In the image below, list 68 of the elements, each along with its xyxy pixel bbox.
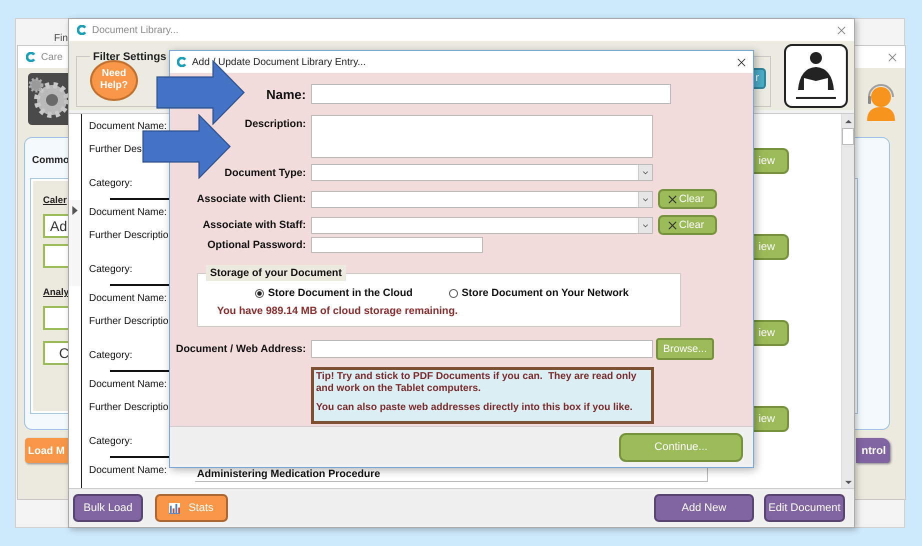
- dropdown[interactable]: [311, 216, 653, 234]
- field-label: Category:: [89, 350, 134, 361]
- window-title: Care: [41, 52, 63, 62]
- app-logo-icon: [26, 52, 36, 62]
- radio-option[interactable]: Store Document in the Cloud: [255, 287, 413, 299]
- dropdown[interactable]: [311, 190, 653, 208]
- button[interactable]: Stats: [155, 494, 228, 522]
- tile-button[interactable]: [43, 244, 68, 268]
- button[interactable]: Edit Document: [764, 494, 845, 522]
- app-logo-icon: [77, 25, 87, 35]
- field-label: Optional Password:: [206, 239, 306, 251]
- clear-button[interactable]: Clear: [658, 189, 717, 209]
- button[interactable]: Bulk Load: [73, 494, 143, 522]
- field-label: Category:: [89, 436, 134, 447]
- field-label: Document Name:: [89, 465, 168, 476]
- tile-button[interactable]: C: [43, 341, 68, 365]
- x-icon: [668, 194, 677, 204]
- triangle-icon: [72, 206, 78, 215]
- window-title: Document Library...: [92, 24, 179, 36]
- group-label: Storage of your Document: [206, 265, 346, 281]
- text-field[interactable]: [311, 84, 671, 104]
- field-label: Document Type:: [224, 166, 306, 178]
- field-label: Name:: [265, 86, 306, 102]
- text-area[interactable]: [311, 115, 653, 158]
- scroll-thumb[interactable]: [842, 128, 854, 145]
- dropdown[interactable]: [311, 164, 653, 181]
- field-label: Further Descriptio: [89, 402, 170, 413]
- field-label: Further Des: [89, 144, 143, 155]
- button[interactable]: Load M: [25, 438, 69, 463]
- field-label: Document Name:: [89, 293, 168, 304]
- button[interactable]: Add New: [654, 494, 754, 522]
- tile-button[interactable]: Ad: [43, 214, 68, 238]
- continue-button[interactable]: Continue...: [619, 432, 743, 462]
- field-label: Category:: [89, 264, 134, 275]
- tip-text: You can also paste web addresses directly into this box if you like.: [316, 402, 634, 414]
- tile-button[interactable]: [43, 306, 68, 330]
- x-icon: [668, 220, 677, 230]
- browse-button[interactable]: Browse...: [656, 338, 714, 360]
- scrollbar[interactable]: [841, 114, 854, 488]
- toolbar-label[interactable]: Fin: [54, 33, 68, 45]
- radio-option[interactable]: Store Document on Your Network: [448, 287, 629, 299]
- field-label: Further Descriptio: [89, 230, 170, 241]
- field-label: Description:: [244, 117, 306, 130]
- field-label: Document / Web Address:: [174, 343, 306, 355]
- section-heading: Analy: [43, 287, 69, 299]
- group-label: Filter Settings: [92, 50, 168, 62]
- bar-chart-icon: [169, 502, 180, 514]
- storage-note: You have 989.14 MB of cloud storage remaining.: [216, 304, 459, 317]
- help-button[interactable]: Need Help?: [90, 60, 138, 100]
- password-field[interactable]: [311, 237, 483, 253]
- section-heading: Caler: [43, 195, 67, 207]
- field-label: Associate with Client:: [196, 193, 306, 205]
- clear-button[interactable]: Clear: [658, 215, 717, 235]
- close-icon[interactable]: [737, 58, 746, 66]
- support-avatar-icon[interactable]: [865, 81, 897, 121]
- field-label: Further Descriptio: [89, 316, 170, 327]
- gear-icon[interactable]: [28, 73, 68, 125]
- button[interactable]: ntrol: [856, 438, 890, 463]
- panel-heading: Commo: [32, 155, 70, 167]
- field-label: Document Name:: [89, 121, 168, 132]
- reader-icon[interactable]: [784, 44, 848, 108]
- app-logo-icon: [177, 57, 187, 67]
- field-label: Associate with Staff:: [202, 219, 306, 231]
- field-label: Document Name:: [89, 379, 168, 390]
- tip-text: Tip! Try and stick to PDF Documents if you can. They are read only and work on the Tablet computers.: [316, 371, 638, 395]
- field-label: Document Name:: [89, 207, 168, 218]
- address-field[interactable]: [311, 340, 653, 358]
- field-label: Category:: [89, 178, 134, 189]
